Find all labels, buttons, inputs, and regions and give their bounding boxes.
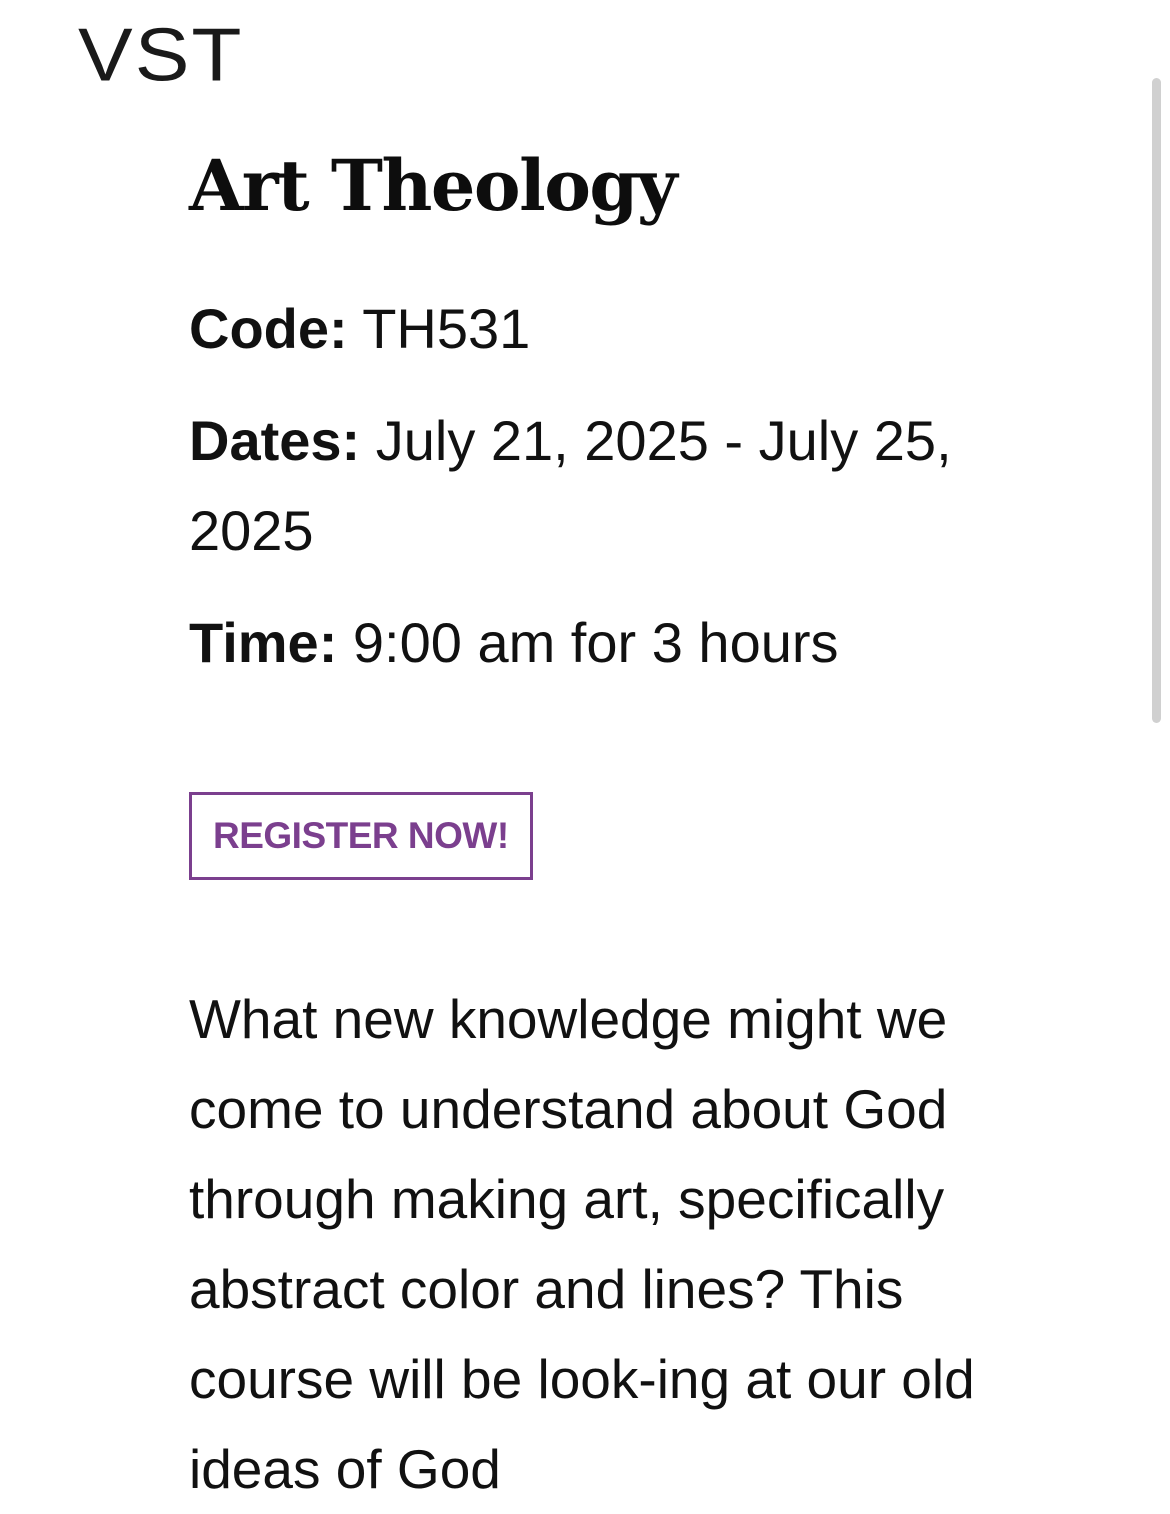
course-code-row: Code: TH531	[189, 284, 1009, 374]
course-code-label: Code:	[189, 297, 348, 360]
course-time-row: Time: 9:00 am for 3 hours	[189, 598, 1009, 688]
register-now-button[interactable]: REGISTER NOW!	[189, 792, 533, 880]
course-dates-label: Dates:	[189, 409, 361, 472]
course-description: What new knowledge might we come to unde…	[189, 988, 975, 1500]
course-detail: Art Theology Code: TH531 Dates: July 21,…	[189, 140, 1009, 1514]
course-time-value: 9:00 am for 3 hours	[352, 611, 839, 674]
course-code-value: TH531	[362, 297, 531, 360]
course-time-label: Time:	[189, 611, 338, 674]
course-title: Art Theology	[189, 144, 678, 227]
site-logo[interactable]: VST	[78, 18, 243, 93]
course-dates-row: Dates: July 21, 2025 - July 25, 2025	[189, 396, 1009, 576]
page-scrollbar[interactable]	[1152, 78, 1161, 723]
